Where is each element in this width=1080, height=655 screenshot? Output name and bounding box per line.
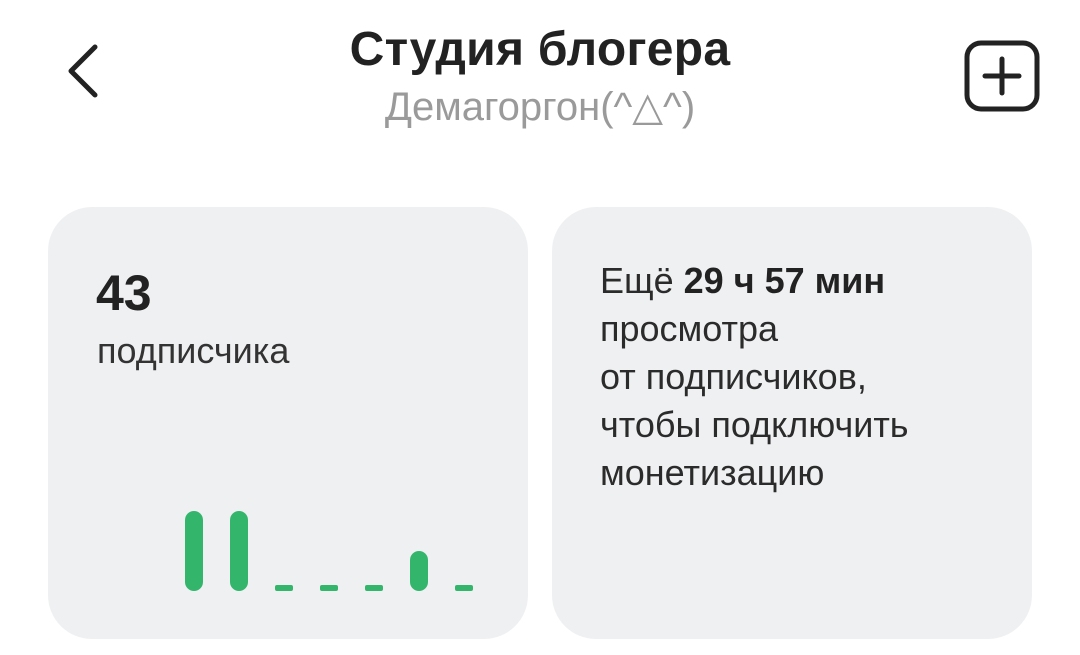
channel-name: Демагоргон(^△^) [384,85,696,129]
header: Студия блогера Демагоргон(^△^) [0,0,1080,160]
blogger-studio-screen: Студия блогера Демагоргон(^△^) 43 подпис… [0,0,1080,655]
monetization-line-5: монетизацию [600,452,825,493]
chart-bar-2 [230,511,248,591]
chart-bar-4 [320,585,338,591]
back-button[interactable] [52,38,114,104]
plus-square-icon [964,40,1040,112]
chart-bar-1 [185,511,203,591]
monetization-time-remaining: 29 ч 57 мин [683,260,886,301]
monetization-line-2: просмотра [600,308,779,349]
monetization-line-1: Ещё 29 ч 57 мин [600,257,1020,305]
subscribers-mini-chart [185,511,473,591]
monetization-line-4: чтобы подключить [600,404,909,445]
title-block: Студия блогера Демагоргон(^△^) [240,22,840,132]
chart-bar-3 [275,585,293,591]
page-title: Студия блогера [349,23,731,76]
monetization-line-3: от подписчиков, [600,356,867,397]
subscribers-label: подписчика [97,330,290,371]
chart-bar-6 [410,551,428,591]
monetization-prefix: Ещё [600,260,684,301]
chart-bar-7 [455,585,473,591]
chart-bar-5 [365,585,383,591]
subscribers-card[interactable]: 43 подписчика [48,207,528,639]
monetization-text: Ещё 29 ч 57 мин просмотра от подписчиков… [600,257,1020,497]
subscribers-count: 43 [96,265,152,321]
monetization-card[interactable]: Ещё 29 ч 57 мин просмотра от подписчиков… [552,207,1032,639]
chevron-left-icon [68,44,98,98]
add-button[interactable] [964,40,1040,112]
